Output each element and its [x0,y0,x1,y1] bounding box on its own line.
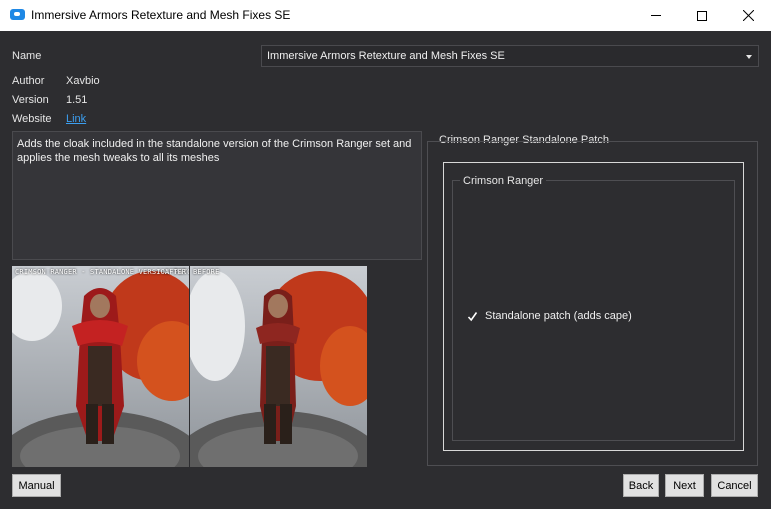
standalone-patch-label[interactable]: Standalone patch (adds cape) [485,310,632,322]
subgroup-title: Crimson Ranger [460,175,547,187]
cancel-button[interactable]: Cancel [711,474,758,497]
maximize-icon [697,10,707,21]
description-box: Adds the cloak included in the standalon… [12,131,422,260]
name-label: Name [12,50,42,62]
name-dropdown[interactable]: Immersive Armors Retexture and Mesh Fixe… [261,45,759,67]
preview-tag-after: AFTER [164,268,186,276]
window-title: Immersive Armors Retexture and Mesh Fixe… [31,8,291,22]
author-label: Author [12,75,45,87]
website-link[interactable]: Link [66,113,86,125]
website-label: Website [12,113,52,125]
minimize-icon [651,15,661,16]
maximize-button[interactable] [679,0,725,31]
preview-image-before: BEFORE [190,266,367,467]
title-bar: Immersive Armors Retexture and Mesh Fixe… [0,0,771,31]
preview-image-after: CRIMSON RANGER - STANDALONE VERSION PATC… [12,266,189,467]
close-button[interactable] [725,0,771,31]
version-label: Version [12,94,49,106]
back-button[interactable]: Back [623,474,659,497]
version-value: 1.51 [66,94,88,106]
preview-tag-before: BEFORE [193,268,220,276]
preview-caption: CRIMSON RANGER - STANDALONE VERSION PATC… [15,268,189,276]
app-icon [10,9,25,20]
manual-button[interactable]: Manual [12,474,61,497]
close-icon [742,10,754,21]
standalone-patch-checkbox[interactable] [466,310,479,323]
author-value: Xavbio [66,75,100,87]
name-dropdown-value: Immersive Armors Retexture and Mesh Fixe… [267,50,505,62]
checkmark-icon [467,312,478,322]
chevron-down-icon [746,55,752,59]
minimize-button[interactable] [633,0,679,31]
next-button[interactable]: Next [665,474,704,497]
